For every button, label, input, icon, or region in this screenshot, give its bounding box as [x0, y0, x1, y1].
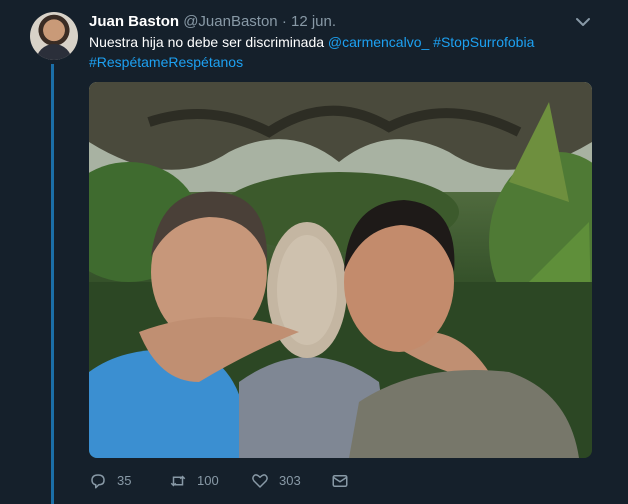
author-name[interactable]: Juan Baston	[89, 13, 179, 30]
retweet-count: 100	[197, 473, 219, 488]
tweet-text-plain: Nuestra hija no debe ser discriminada	[89, 34, 325, 50]
envelope-icon	[332, 475, 348, 487]
retweet-icon	[170, 475, 186, 487]
thread-line	[51, 64, 54, 504]
reply-count: 35	[117, 473, 132, 488]
avatar[interactable]	[30, 12, 78, 60]
retweet-button[interactable]: 100	[169, 470, 219, 492]
hashtag-link[interactable]: #RespétameRespétanos	[89, 54, 243, 70]
mention-link[interactable]: @carmencalvo_	[328, 34, 429, 50]
direct-message-button[interactable]	[331, 470, 349, 492]
heart-icon	[252, 474, 268, 488]
tweet-text: Nuestra hija no debe ser discriminada @c…	[89, 32, 589, 72]
author-handle[interactable]: @JuanBaston	[183, 13, 277, 30]
like-button[interactable]: 303	[251, 470, 301, 492]
tweet-photo[interactable]	[89, 82, 592, 458]
hashtag-link[interactable]: #StopSurrofobia	[433, 34, 534, 50]
tweet[interactable]: Juan Baston @JuanBaston · 12 jun. Nuestr…	[0, 0, 628, 504]
reply-icon	[91, 474, 105, 489]
tweet-header: Juan Baston @JuanBaston · 12 jun.	[89, 12, 336, 32]
chevron-down-icon[interactable]	[575, 14, 591, 30]
tweet-date[interactable]: 12 jun.	[291, 13, 336, 30]
header-separator: ·	[281, 13, 287, 30]
avatar-shirt	[36, 44, 72, 60]
like-count: 303	[279, 473, 301, 488]
reply-button[interactable]: 35	[89, 470, 131, 492]
